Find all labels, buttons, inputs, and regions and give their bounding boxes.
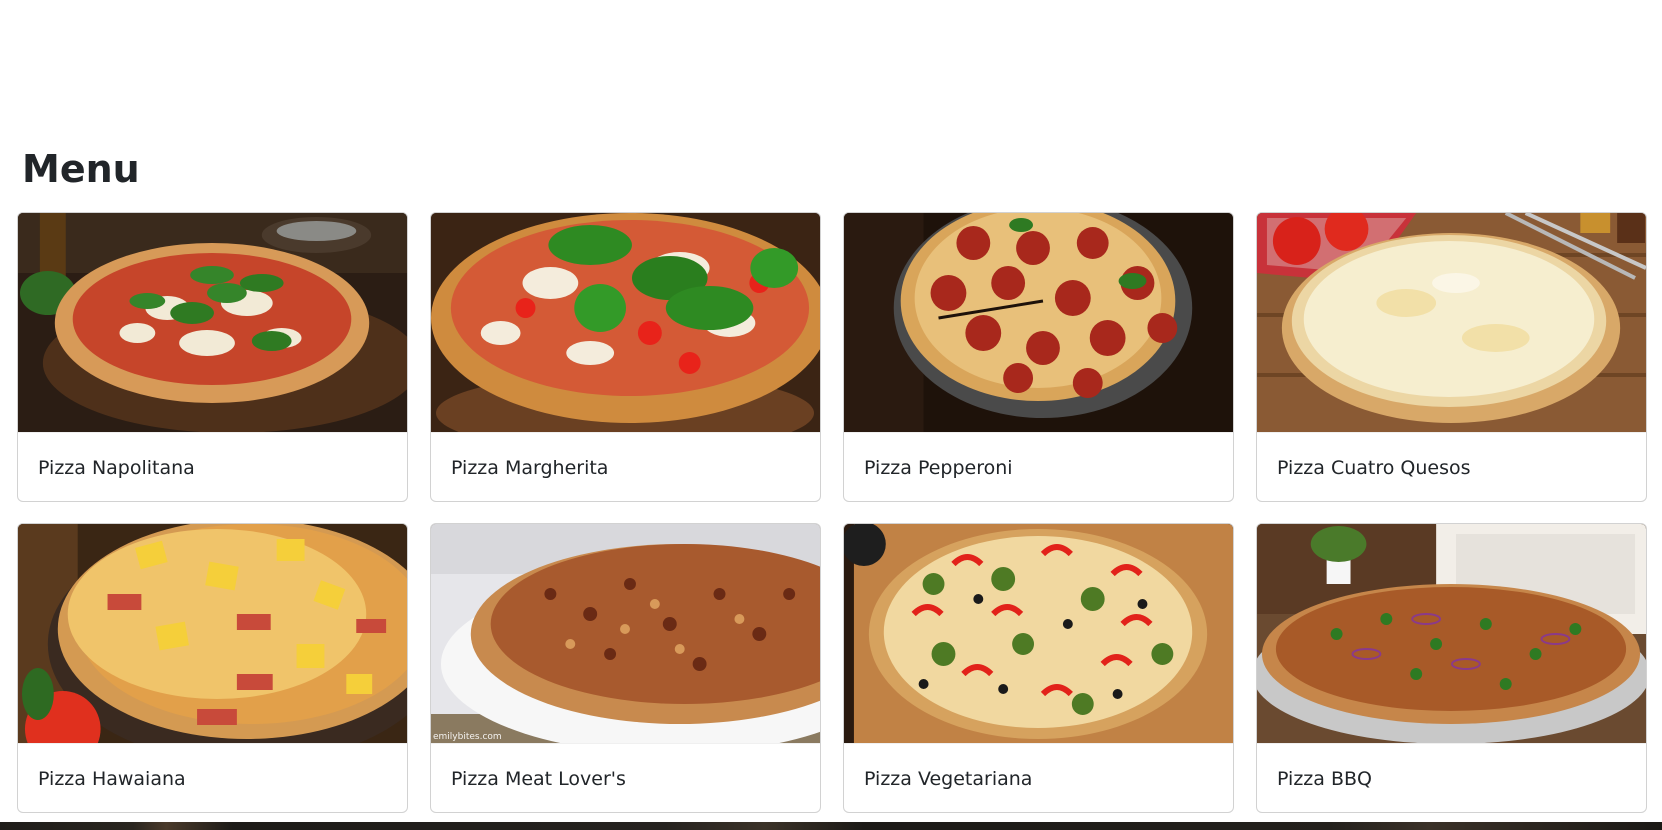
menu-card-vegetariana[interactable]: Pizza Vegetariana (843, 523, 1234, 813)
card-title: Pizza Vegetariana (864, 767, 1033, 790)
menu-grid: Pizza Napolitana Pizza Margherita Pizza … (17, 212, 1647, 813)
menu-card-margherita[interactable]: Pizza Margherita (430, 212, 821, 502)
pizza-image (1257, 213, 1646, 432)
pizza-vegetariana-photo (844, 524, 1233, 743)
pizza-hawaiana-photo (18, 524, 407, 743)
card-body: Pizza Pepperoni (844, 432, 1233, 501)
card-body: Pizza Napolitana (18, 432, 407, 501)
pizza-image: emilybites.com (431, 524, 820, 743)
pizza-bbq-photo (1257, 524, 1646, 743)
card-body: Pizza Cuatro Quesos (1257, 432, 1646, 501)
pizza-margherita-photo (431, 213, 820, 432)
card-title: Pizza Napolitana (38, 456, 195, 479)
pizza-napolitana-photo (18, 213, 407, 432)
pizza-image (1257, 524, 1646, 743)
card-title: Pizza Pepperoni (864, 456, 1013, 479)
pizza-image (431, 213, 820, 432)
card-title: Pizza Hawaiana (38, 767, 186, 790)
card-title: Pizza Meat Lover's (451, 767, 626, 790)
menu-card-bbq[interactable]: Pizza BBQ (1256, 523, 1647, 813)
card-title: Pizza Margherita (451, 456, 609, 479)
card-body: Pizza Vegetariana (844, 743, 1233, 812)
pizza-image (18, 213, 407, 432)
card-title: Pizza Cuatro Quesos (1277, 456, 1471, 479)
image-watermark: emilybites.com (433, 732, 502, 742)
card-body: Pizza Hawaiana (18, 743, 407, 812)
menu-card-hawaiana[interactable]: Pizza Hawaiana (17, 523, 408, 813)
menu-card-napolitana[interactable]: Pizza Napolitana (17, 212, 408, 502)
menu-card-pepperoni[interactable]: Pizza Pepperoni (843, 212, 1234, 502)
pizza-image (18, 524, 407, 743)
card-body: Pizza Margherita (431, 432, 820, 501)
page-title: Menu (22, 147, 140, 191)
menu-card-cuatro-quesos[interactable]: Pizza Cuatro Quesos (1256, 212, 1647, 502)
card-title: Pizza BBQ (1277, 767, 1372, 790)
card-body: Pizza Meat Lover's (431, 743, 820, 812)
card-body: Pizza BBQ (1257, 743, 1646, 812)
pizza-cuatro-quesos-photo (1257, 213, 1646, 432)
pizza-image (844, 524, 1233, 743)
page: Menu Pizza Napolitana Pizza Margherita P… (0, 0, 1662, 830)
footer-banner-image (0, 822, 1662, 830)
pizza-meat-lovers-photo (431, 524, 820, 743)
pizza-image (844, 213, 1233, 432)
pizza-pepperoni-photo (844, 213, 1233, 432)
menu-card-meat-lovers[interactable]: emilybites.com Pizza Meat Lover's (430, 523, 821, 813)
